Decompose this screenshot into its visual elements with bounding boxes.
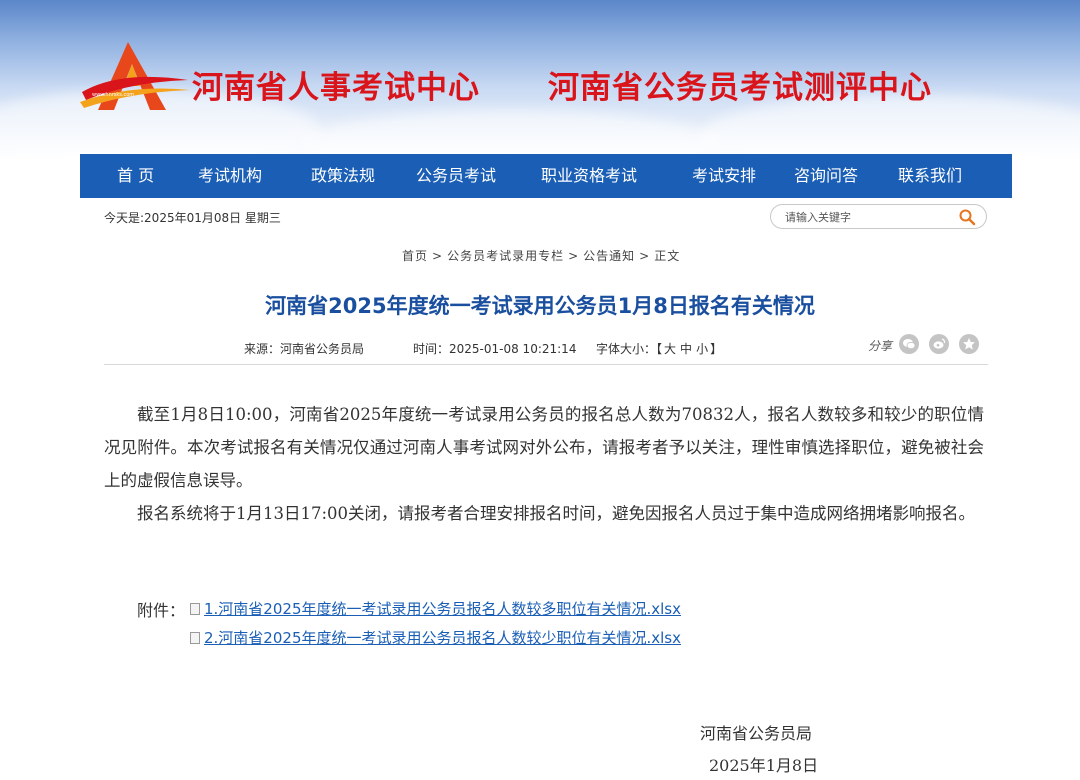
article-title: 河南省2025年度统一考试录用公务员1月8日报名有关情况 <box>265 294 815 318</box>
breadcrumb-separator: > <box>568 249 580 263</box>
main-nav: 首 页 考试机构 政策法规 公务员考试 职业资格考试 考试安排 咨询问答 联系我… <box>80 154 1012 198</box>
search-icon[interactable] <box>958 208 976 226</box>
font-size-medium[interactable]: 中 <box>680 342 692 356</box>
svg-text:www.hnrsks.com: www.hnrsks.com <box>92 92 134 98</box>
attachment-link-text[interactable]: 2.河南省2025年度统一考试录用公务员报名人数较少职位有关情况.xlsx <box>204 629 681 647</box>
nav-item-exam-schedule[interactable]: 考试安排 <box>692 154 756 198</box>
attachment-link[interactable]: 2.河南省2025年度统一考试录用公务员报名人数较少职位有关情况.xlsx <box>190 627 681 648</box>
signature-org: 河南省公务员局 <box>700 724 813 743</box>
nav-item-faq[interactable]: 咨询问答 <box>794 154 858 198</box>
attachment-link-text[interactable]: 1.河南省2025年度统一考试录用公务员报名人数较多职位有关情况.xlsx <box>204 600 681 618</box>
breadcrumb-separator: > <box>432 249 444 263</box>
nav-item-contact[interactable]: 联系我们 <box>898 154 962 198</box>
breadcrumb-separator: > <box>639 249 651 263</box>
font-size-large[interactable]: 大 <box>664 342 676 356</box>
share-label: 分享 <box>868 339 893 353</box>
nav-item-home[interactable]: 首 页 <box>117 154 154 198</box>
title-divider <box>104 364 988 365</box>
nav-item-exam-agencies[interactable]: 考试机构 <box>198 154 262 198</box>
header-banner: www.hnrsks.com 河南省人事考试中心 河南省公务员考试测评中心 <box>0 0 1080 160</box>
article-paragraph: 截至1月8日10:00，河南省2025年度统一考试录用公务员的报名总人数为708… <box>104 405 984 490</box>
share-wechat-icon[interactable] <box>899 334 919 354</box>
article-body: 截至1月8日10:00，河南省2025年度统一考试录用公务员的报名总人数为708… <box>104 398 984 530</box>
attachment-label: 附件： <box>137 601 186 620</box>
breadcrumb: 首页 > 公务员考试录用专栏 > 公告通知 > 正文 <box>402 247 680 264</box>
font-size-control: 字体大小：【大中小】 <box>596 342 723 356</box>
search-input[interactable] <box>785 208 955 226</box>
file-icon <box>190 632 200 644</box>
breadcrumb-notices[interactable]: 公告通知 <box>583 249 635 263</box>
file-icon <box>190 603 200 615</box>
attachment-link[interactable]: 1.河南省2025年度统一考试录用公务员报名人数较多职位有关情况.xlsx <box>190 598 681 619</box>
search-box <box>770 204 987 229</box>
share-weibo-icon[interactable] <box>929 334 949 354</box>
site-title-left: 河南省人事考试中心 <box>192 70 480 106</box>
article-time: 时间：2025-01-08 10:21:14 <box>413 342 577 356</box>
share-qzone-icon[interactable] <box>959 334 979 354</box>
font-size-label: 字体大小： <box>596 342 657 356</box>
signature-date: 2025年1月8日 <box>709 756 819 775</box>
article-paragraph: 报名系统将于1月13日17:00关闭，请报考者合理安排报名时间，避免因报名人员过… <box>137 504 976 523</box>
breadcrumb-civil-service-column[interactable]: 公务员考试录用专栏 <box>447 249 564 263</box>
font-size-small[interactable]: 小 <box>696 342 708 356</box>
current-date: 今天是:2025年01月08日 星期三 <box>104 211 281 225</box>
nav-item-professional-qualification[interactable]: 职业资格考试 <box>541 154 637 198</box>
breadcrumb-current: 正文 <box>654 249 681 263</box>
site-logo-icon: www.hnrsks.com <box>80 42 190 110</box>
breadcrumb-home[interactable]: 首页 <box>402 249 428 263</box>
article-source: 来源：河南省公务员局 <box>244 342 365 356</box>
nav-item-civil-service-exam[interactable]: 公务员考试 <box>416 154 496 198</box>
nav-item-policies[interactable]: 政策法规 <box>311 154 375 198</box>
site-title-right: 河南省公务员考试测评中心 <box>548 70 932 106</box>
